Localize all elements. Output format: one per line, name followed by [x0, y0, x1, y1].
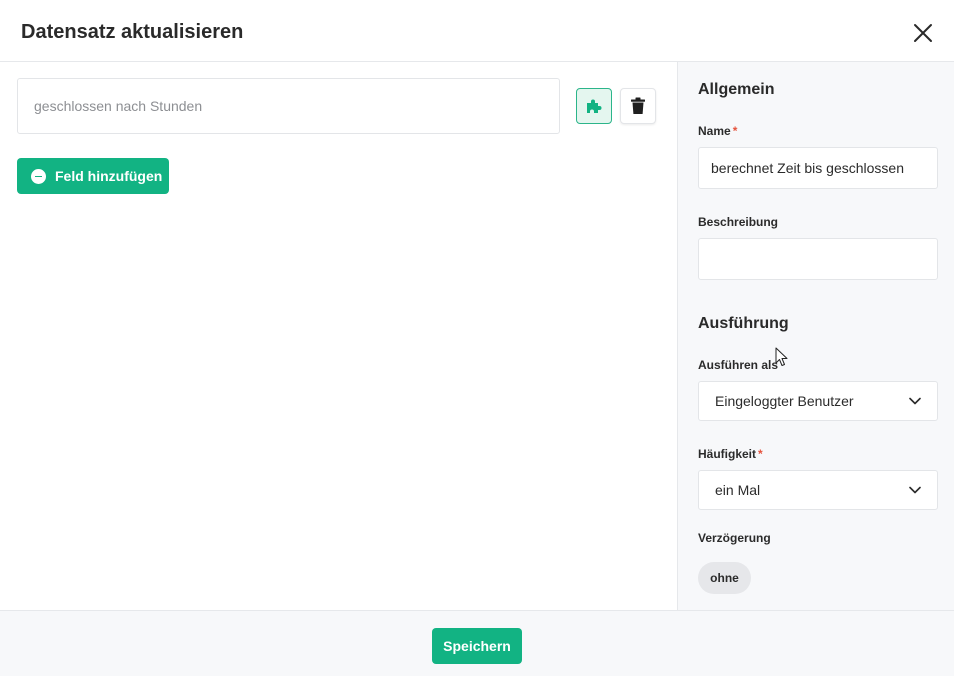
- fields-panel: geschlossen nach Stunden Feld hinzufügen: [0, 62, 677, 610]
- required-mark: *: [758, 447, 763, 461]
- run-as-value: Eingeloggter Benutzer: [715, 393, 854, 409]
- name-input[interactable]: berechnet Zeit bis geschlossen: [698, 147, 938, 189]
- mouse-cursor-icon: [775, 347, 788, 366]
- chevron-down-icon: [909, 397, 921, 405]
- name-label: Name *: [698, 124, 737, 138]
- delay-chip[interactable]: ohne: [698, 562, 751, 594]
- frequency-value: ein Mal: [715, 482, 761, 498]
- run-as-label: Ausführen als: [698, 358, 779, 372]
- trash-icon: [631, 97, 645, 114]
- add-field-label: Feld hinzufügen: [55, 168, 163, 184]
- close-icon: [914, 24, 932, 42]
- section-title-general: Allgemein: [698, 81, 775, 98]
- frequency-select[interactable]: ein Mal: [698, 470, 938, 510]
- plugin-button[interactable]: [576, 88, 612, 124]
- delete-field-button[interactable]: [620, 88, 656, 124]
- delay-label: Verzögerung: [698, 531, 771, 545]
- field-name-input[interactable]: geschlossen nach Stunden: [17, 78, 560, 134]
- dialog-footer: Speichern: [0, 610, 954, 676]
- frequency-label-text: Häufigkeit: [698, 447, 757, 461]
- dialog-title: Datensatz aktualisieren: [21, 21, 244, 43]
- required-mark: *: [732, 124, 738, 138]
- dialog-header: Datensatz aktualisieren: [0, 0, 954, 62]
- puzzle-icon: [587, 99, 602, 113]
- frequency-label: Häufigkeit *: [698, 447, 763, 461]
- section-title-execution: Ausführung: [698, 315, 789, 332]
- chevron-down-icon: [909, 486, 921, 494]
- plus-circle-icon: [31, 168, 46, 184]
- name-label-text: Name: [698, 124, 731, 138]
- add-field-button[interactable]: Feld hinzufügen: [17, 158, 169, 194]
- description-label: Beschreibung: [698, 215, 779, 229]
- close-button[interactable]: [908, 18, 938, 48]
- description-input[interactable]: [698, 238, 938, 280]
- run-as-select[interactable]: Eingeloggter Benutzer: [698, 381, 938, 421]
- settings-panel: Allgemein Name * berechnet Zeit bis gesch…: [677, 62, 954, 610]
- save-button[interactable]: Speichern: [432, 628, 522, 664]
